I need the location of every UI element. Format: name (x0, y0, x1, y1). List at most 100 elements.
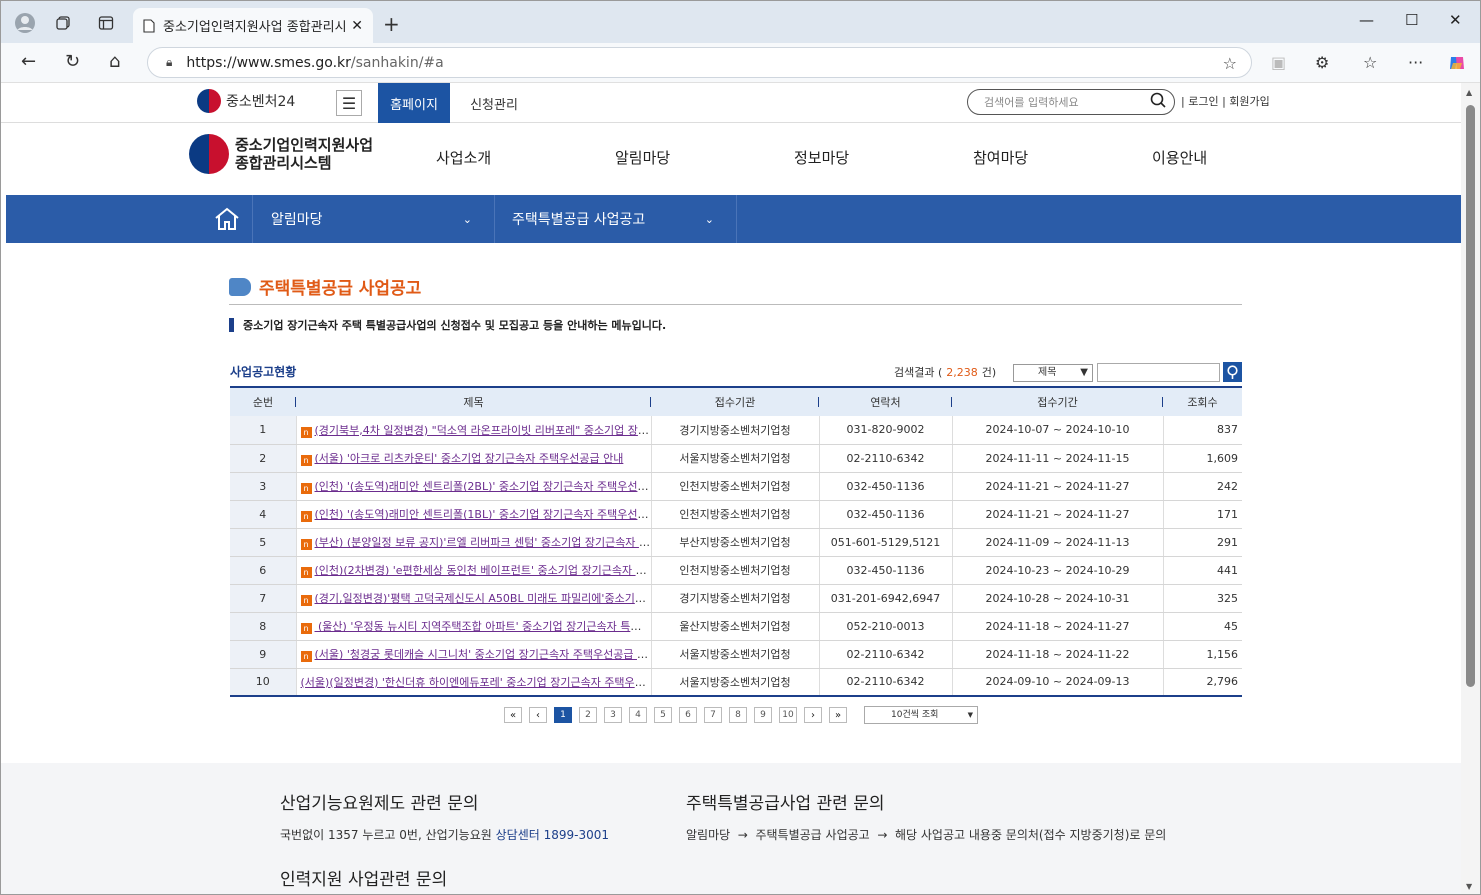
row-period: 2024-11-18 ~ 2024-11-27 (952, 612, 1164, 641)
hamburger-menu-icon[interactable]: ☰ (336, 90, 362, 116)
page-number[interactable]: 7 (704, 707, 722, 723)
table-row[interactable]: 3 n (인천) '(송도역)래미안 센트리폴(2BL)' 중소기업 장기근속자 주… (230, 472, 1242, 501)
home-icon[interactable] (201, 195, 253, 243)
scroll-up-icon[interactable]: ▲ (1466, 88, 1472, 97)
page-number[interactable]: 3 (604, 707, 622, 723)
system-logo[interactable]: 중소기업인력지원사업 종합관리시스템 (189, 134, 373, 174)
next-page-icon[interactable]: › (804, 707, 822, 723)
vertical-tabs-icon[interactable] (92, 9, 120, 37)
page-number[interactable]: 9 (754, 707, 772, 723)
new-tab-icon[interactable]: + (383, 12, 400, 36)
address-bar: ← ↻ ⌂ 🔒︎ https://www.smes.go.kr/sanhakin… (1, 43, 1480, 83)
table-row[interactable]: 2 n (서울) '아크로 리츠카운티' 중소기업 장기근속자 주택우선공급 안내 서… (230, 444, 1242, 473)
keyword-input[interactable] (1097, 363, 1220, 382)
table-row[interactable]: 10 (서울)(일정변경) '한신더휴 하이엔에듀포레' 중소기업 장기근속자 주… (230, 668, 1242, 697)
new-badge-icon: n (300, 539, 312, 550)
col-title: 제목 (296, 386, 651, 416)
row-no: 3 (230, 472, 296, 501)
more-menu-icon[interactable]: ··· (1408, 53, 1423, 72)
row-title-link[interactable]: (부산) (분양일정 보류 공지)'르엘 리버파크 센텀' 중소기업 장기근속자… (315, 536, 651, 549)
apply-manage-tab[interactable]: 신청관리 (456, 83, 532, 123)
copilot-icon[interactable] (1447, 53, 1467, 77)
home-browser-icon[interactable]: ⌂ (109, 51, 120, 72)
close-tab-icon[interactable]: ✕ (351, 18, 363, 34)
last-page-icon[interactable]: » (829, 707, 847, 723)
row-title-link[interactable]: (인천) '(송도역)래미안 센트리폴(1BL)' 중소기업 장기근속자 주택우… (315, 508, 651, 521)
active-tab[interactable]: 중소기업인력지원사업 종합관리시스템 ✕ (133, 8, 373, 43)
homepage-tab[interactable]: 홈페이지 (378, 83, 450, 123)
table-row[interactable]: 4 n (인천) '(송도역)래미안 센트리폴(1BL)' 중소기업 장기근속자 주… (230, 500, 1242, 529)
row-title-link[interactable]: (서울) '아크로 리츠카운티' 중소기업 장기근속자 주택우선공급 안내 (315, 452, 624, 465)
row-title-link[interactable]: (경기,일정변경)'평택 고덕국제신도시 A50BL 미래도 파밀리에'중소기업… (315, 592, 651, 605)
refresh-icon[interactable]: ↻ (65, 51, 80, 72)
table-row[interactable]: 1 n (경기북부,4차 일정변경) "덕소역 라온프라이빗 리버포레" 중소기업 … (230, 416, 1242, 445)
join-link[interactable]: 회원가입 (1229, 95, 1269, 108)
smes24-logo[interactable]: 중소벤처24 (197, 89, 295, 113)
page-scrollbar[interactable]: ▲ ▼ (1461, 83, 1480, 894)
page-number[interactable]: 8 (729, 707, 747, 723)
row-title-link[interactable]: (서울)(일정변경) '한신더휴 하이엔에듀포레' 중소기업 장기근속자 주택우… (301, 676, 651, 689)
row-title: n (경기북부,4차 일정변경) "덕소역 라온프라이빗 리버포레" 중소기업 장… (295, 416, 652, 445)
url-field[interactable]: 🔒︎ https://www.smes.go.kr/sanhakin/#a ☆ (147, 47, 1252, 78)
gnb-notice[interactable]: 알림마당 (615, 147, 670, 168)
scroll-down-icon[interactable]: ▼ (1466, 882, 1472, 891)
row-title-link[interactable]: (서울) '청경궁 롯데캐슬 시그니처' 중소기업 장기근속자 주택우선공급 안… (315, 648, 651, 661)
page-number[interactable]: 10 (779, 707, 797, 723)
favorites-icon[interactable]: ☆ (1363, 53, 1377, 72)
row-title-link[interactable]: (인천)(2차변경) 'e편한세상 동인천 베이프런트' 중소기업 장기근속자 … (315, 564, 651, 577)
row-no: 2 (230, 444, 296, 473)
page-number[interactable]: 4 (629, 707, 647, 723)
row-title-link[interactable]: (경기북부,4차 일정변경) "덕소역 라온프라이빗 리버포레" 중소기업 장기… (315, 424, 651, 437)
extension-disabled-icon[interactable]: ▣ (1271, 53, 1286, 72)
breadcrumb-dropdown-2[interactable]: 주택특별공급 사업공고 ⌄ (495, 195, 737, 243)
breadcrumb-dropdown-1[interactable]: 알림마당 ⌄ (253, 195, 495, 243)
row-views: 325 (1163, 584, 1242, 613)
col-tel: 연락처 (819, 386, 952, 416)
table-row[interactable]: 9 n (서울) '청경궁 롯데캐슬 시그니처' 중소기업 장기근속자 주택우선공급… (230, 640, 1242, 669)
site-search-input[interactable]: 검색어를 입력하세요 (967, 89, 1175, 115)
gnb-guide[interactable]: 이용안내 (1152, 147, 1207, 168)
row-title-link[interactable]: (울산) '우정동 뉴시티 지역주택조합 아파트' 중소기업 장기근속자 특별공… (315, 620, 650, 633)
table-row[interactable]: 7 n (경기,일정변경)'평택 고덕국제신도시 A50BL 미래도 파밀리에'중소… (230, 584, 1242, 613)
prev-page-icon[interactable]: ‹ (529, 707, 547, 723)
lock-icon[interactable]: 🔒︎ (166, 55, 172, 70)
page-number[interactable]: 2 (579, 707, 597, 723)
row-title-link[interactable]: (인천) '(송도역)래미안 센트리폴(2BL)' 중소기업 장기근속자 주택우… (315, 480, 651, 493)
call-center-link[interactable]: 상담센터 1899-3001 (496, 828, 609, 842)
row-tel: 031-201-6942,6947 (819, 584, 953, 613)
page-number[interactable]: 6 (679, 707, 697, 723)
new-badge-icon: n (300, 455, 312, 466)
footer-heading-1: 산업기능요원제도 관련 문의 (280, 794, 479, 814)
page-number[interactable]: 1 (554, 707, 572, 723)
row-title: (서울)(일정변경) '한신더휴 하이엔에듀포레' 중소기업 장기근속자 주택우… (295, 668, 652, 697)
favorite-star-icon[interactable]: ☆ (1223, 54, 1237, 73)
back-icon[interactable]: ← (21, 51, 36, 72)
minimize-icon[interactable]: — (1359, 11, 1374, 29)
table-row[interactable]: 5 n (부산) (분양일정 보류 공지)'르엘 리버파크 센텀' 중소기업 장기근… (230, 528, 1242, 557)
row-no: 8 (230, 612, 296, 641)
extensions-icon[interactable]: ⚙ (1315, 53, 1329, 72)
gnb-participate[interactable]: 참여마당 (973, 147, 1028, 168)
login-link[interactable]: 로그인 (1188, 95, 1218, 108)
per-page-select[interactable]: 10건씩 조회 ▼ (864, 706, 978, 724)
maximize-icon[interactable]: ☐ (1405, 11, 1418, 29)
search-field-select[interactable]: 제목 ▼ (1013, 364, 1093, 382)
workspaces-icon[interactable] (49, 9, 77, 37)
search-button[interactable] (1223, 362, 1242, 382)
row-no: 6 (230, 556, 296, 585)
gnb-intro[interactable]: 사업소개 (436, 147, 491, 168)
first-page-icon[interactable]: « (504, 707, 522, 723)
page-number[interactable]: 5 (654, 707, 672, 723)
row-period: 2024-11-09 ~ 2024-11-13 (952, 528, 1164, 557)
close-window-icon[interactable]: ✕ (1449, 11, 1462, 29)
table-row[interactable]: 8n (울산) '우정동 뉴시티 지역주택조합 아파트' 중소기업 장기근속자 … (230, 612, 1242, 641)
gnb-info[interactable]: 정보마당 (794, 147, 849, 168)
breadcrumb-1-label: 알림마당 (271, 212, 323, 228)
profile-icon[interactable] (11, 9, 39, 37)
row-org: 인천지방중소벤처기업청 (651, 472, 820, 501)
breadcrumb-2-label: 주택특별공급 사업공고 (512, 212, 646, 228)
search-icon[interactable] (1150, 92, 1166, 112)
scrollbar-thumb[interactable] (1466, 105, 1475, 687)
table-row[interactable]: 6 n (인천)(2차변경) 'e편한세상 동인천 베이프런트' 중소기업 장기근속… (230, 556, 1242, 585)
row-org: 인천지방중소벤처기업청 (651, 556, 820, 585)
